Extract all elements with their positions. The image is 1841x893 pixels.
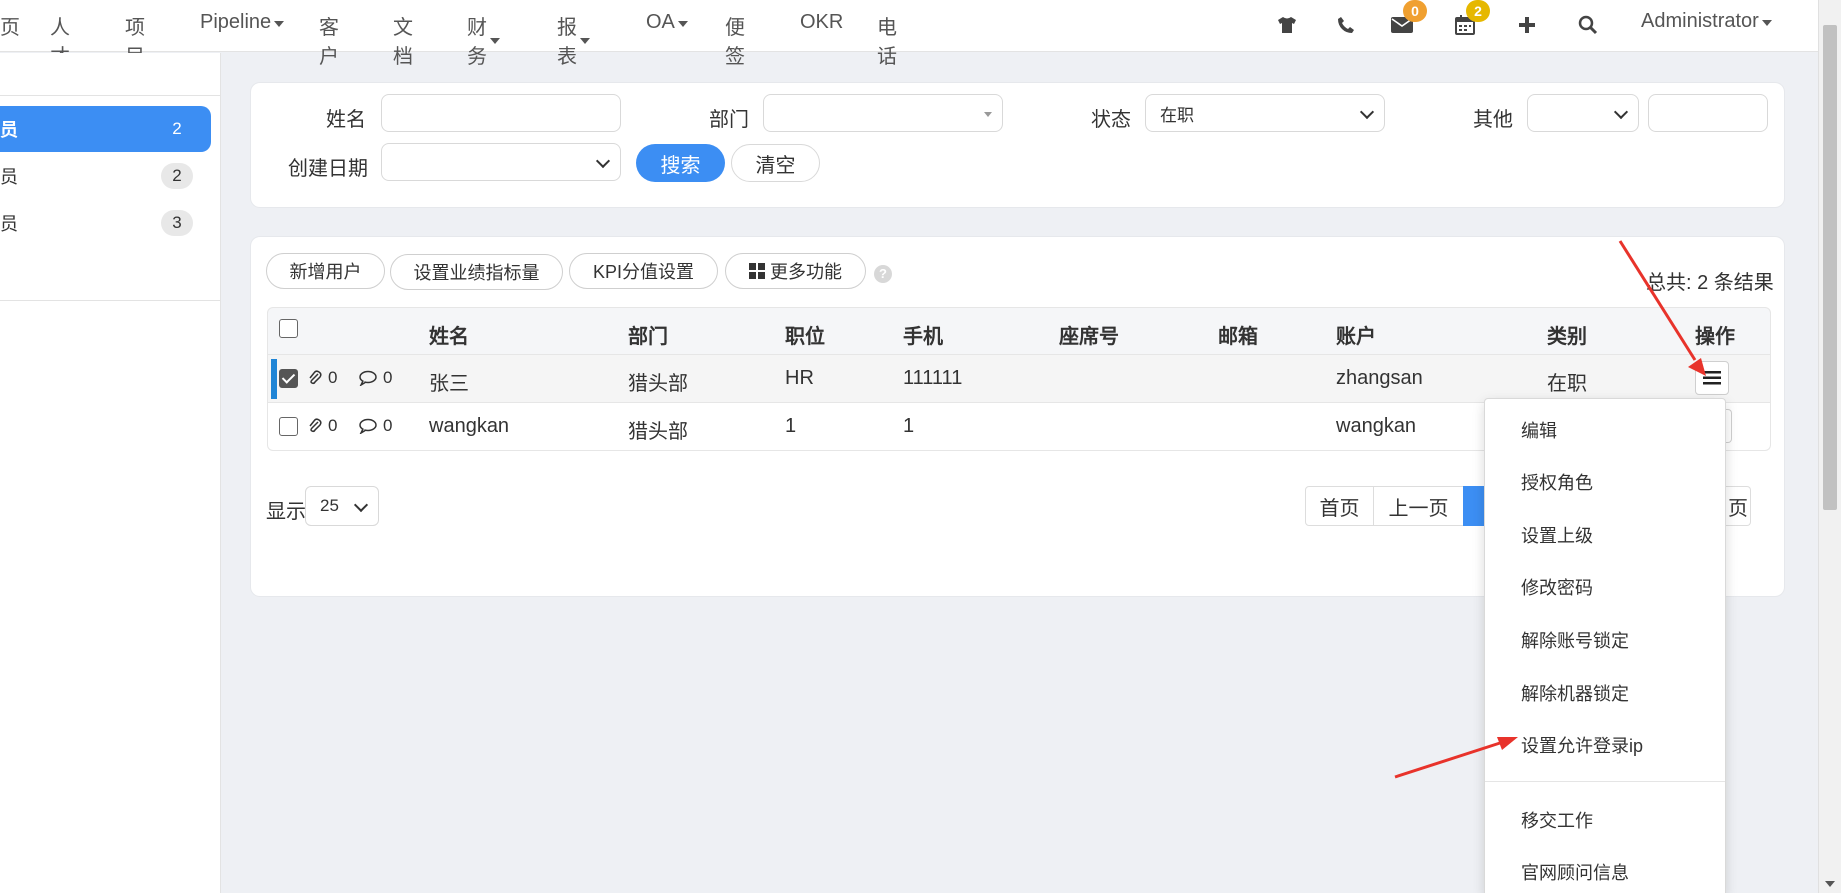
annotation-arrow-to-menu-button [1618, 240, 1706, 376]
scroll-down-arrow-icon[interactable] [1825, 881, 1835, 887]
annotation-overlay [1394, 240, 1706, 779]
vertical-scrollbar[interactable] [1818, 0, 1841, 893]
annotation-arrow-to-ip-item [1394, 737, 1518, 779]
scrollbar-thumb[interactable] [1823, 25, 1837, 510]
